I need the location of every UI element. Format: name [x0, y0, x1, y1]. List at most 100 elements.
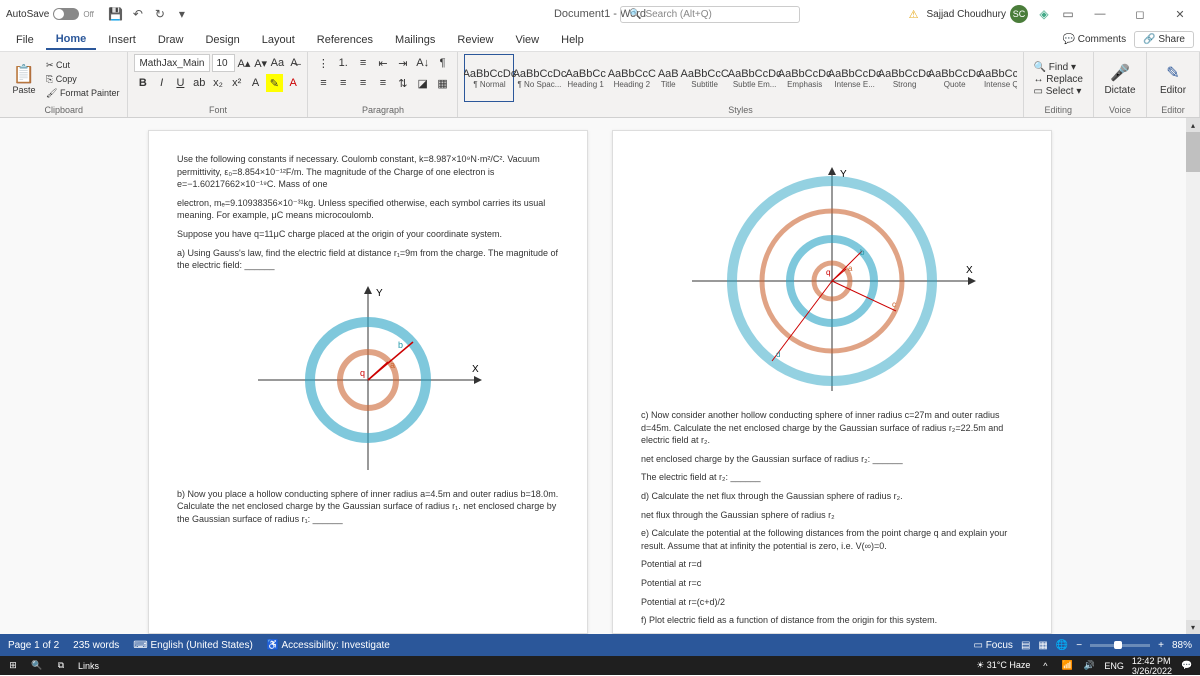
view-web-icon[interactable]: 🌐	[1056, 640, 1068, 651]
page-right[interactable]: Y X q a b c d c) Now consider another ho…	[612, 130, 1052, 634]
style-item[interactable]: AaBbCcCHeading 2	[607, 54, 657, 102]
style-item[interactable]: AaBbCcDcQuote	[930, 54, 980, 102]
superscript-button[interactable]: x²	[228, 74, 245, 92]
italic-button[interactable]: I	[153, 74, 170, 92]
wifi-icon[interactable]: 📶	[1060, 659, 1074, 673]
vertical-scrollbar[interactable]: ▴ ▾	[1186, 118, 1200, 634]
font-size-select[interactable]: 10	[212, 54, 235, 72]
style-item[interactable]: AaBbCcDcSubtle Em...	[730, 54, 780, 102]
zoom-out-icon[interactable]: −	[1076, 640, 1082, 651]
text-effects-icon[interactable]: A	[247, 74, 264, 92]
close-button[interactable]: ✕	[1164, 0, 1196, 28]
zoom-level[interactable]: 88%	[1172, 640, 1192, 651]
dictate-button[interactable]: 🎤 Dictate	[1100, 54, 1140, 104]
scroll-thumb[interactable]	[1186, 132, 1200, 172]
multilevel-icon[interactable]: ≡	[354, 54, 372, 72]
undo-icon[interactable]: ↶	[130, 6, 146, 22]
increase-indent-icon[interactable]: ⇥	[394, 54, 412, 72]
ribbon-display-icon[interactable]: ▭	[1060, 6, 1076, 22]
sort-icon[interactable]: A↓	[414, 54, 432, 72]
borders-icon[interactable]: ▦	[434, 74, 452, 92]
save-icon[interactable]: 💾	[108, 6, 124, 22]
task-view-icon[interactable]: ⧉	[54, 659, 68, 673]
page-left[interactable]: Use the following constants if necessary…	[148, 130, 588, 634]
share-button[interactable]: 🔗 Share	[1134, 31, 1194, 48]
clear-format-icon[interactable]: A̶	[287, 54, 302, 72]
autosave-toggle[interactable]: AutoSave Off	[0, 8, 100, 20]
view-print-icon[interactable]: ▦	[1038, 640, 1047, 651]
tab-help[interactable]: Help	[551, 31, 594, 49]
style-item[interactable]: AaBbCcCSubtitle	[680, 54, 730, 102]
minimize-button[interactable]: —	[1084, 0, 1116, 28]
page-indicator[interactable]: Page 1 of 2	[8, 640, 59, 651]
find-button[interactable]: 🔍 Find ▾	[1034, 62, 1083, 73]
style-item[interactable]: AaBbCcDc¶ Normal	[464, 54, 514, 102]
style-item[interactable]: AaBbCcDcStrong	[880, 54, 930, 102]
cut-button[interactable]: ✂ Cut	[44, 59, 121, 72]
bold-button[interactable]: B	[134, 74, 151, 92]
style-item[interactable]: AaBbCcDcIntense E...	[830, 54, 880, 102]
select-button[interactable]: ▭ Select ▾	[1034, 86, 1083, 97]
style-item[interactable]: AaBbCcDcEmphasis	[780, 54, 830, 102]
scroll-up-icon[interactable]: ▴	[1186, 118, 1200, 132]
style-item[interactable]: AaBTitle	[657, 54, 680, 102]
show-marks-icon[interactable]: ¶	[434, 54, 452, 72]
warning-icon[interactable]: ⚠	[909, 8, 919, 21]
chevron-up-icon[interactable]: ^	[1038, 659, 1052, 673]
search-icon[interactable]: 🔍	[30, 659, 44, 673]
styles-gallery[interactable]: AaBbCcDc¶ NormalAaBbCcDc¶ No Spac...AaBb…	[464, 54, 1016, 104]
search-box[interactable]: 🔍 Search (Alt+Q)	[620, 6, 800, 23]
underline-button[interactable]: U	[172, 74, 189, 92]
links-toolbar[interactable]: Links	[78, 661, 99, 671]
tab-view[interactable]: View	[505, 31, 549, 49]
format-painter-button[interactable]: 🖌 Format Painter	[44, 87, 121, 100]
tab-mailings[interactable]: Mailings	[385, 31, 445, 49]
start-icon[interactable]: ⊞	[6, 659, 20, 673]
tab-draw[interactable]: Draw	[148, 31, 194, 49]
zoom-slider[interactable]	[1090, 644, 1150, 647]
style-item[interactable]: AaBbCcHeading 1	[564, 54, 606, 102]
paste-button[interactable]: 📋 Paste	[6, 54, 42, 104]
copy-button[interactable]: ⎘ Copy	[44, 73, 121, 86]
font-name-select[interactable]: MathJax_Main	[134, 54, 209, 72]
ime-indicator[interactable]: ENG	[1104, 661, 1124, 671]
word-count[interactable]: 235 words	[73, 640, 119, 651]
editor-button[interactable]: ✎ Editor	[1153, 54, 1193, 104]
language-indicator[interactable]: ⌨ English (United States)	[133, 640, 253, 651]
comments-button[interactable]: 💬 Comments	[1062, 34, 1126, 45]
align-left-icon[interactable]: ≡	[314, 74, 332, 92]
weather-widget[interactable]: ☀ 31°C Haze	[976, 660, 1030, 671]
style-item[interactable]: AaBbCcDc¶ No Spac...	[514, 54, 564, 102]
tab-file[interactable]: File	[6, 31, 44, 49]
tab-home[interactable]: Home	[46, 30, 97, 50]
replace-button[interactable]: ↔ Replace	[1034, 74, 1083, 85]
decrease-indent-icon[interactable]: ⇤	[374, 54, 392, 72]
bullets-icon[interactable]: ⋮	[314, 54, 332, 72]
tab-review[interactable]: Review	[447, 31, 503, 49]
volume-icon[interactable]: 🔊	[1082, 659, 1096, 673]
clock[interactable]: 12:42 PM3/26/2022	[1132, 656, 1172, 676]
tab-layout[interactable]: Layout	[252, 31, 305, 49]
change-case-icon[interactable]: Aa	[270, 54, 285, 72]
line-spacing-icon[interactable]: ⇅	[394, 74, 412, 92]
redo-icon[interactable]: ↻	[152, 6, 168, 22]
shading-icon[interactable]: ◪	[414, 74, 432, 92]
align-right-icon[interactable]: ≡	[354, 74, 372, 92]
subscript-button[interactable]: x₂	[210, 74, 227, 92]
document-area[interactable]: Use the following constants if necessary…	[0, 118, 1200, 634]
numbering-icon[interactable]: 1.	[334, 54, 352, 72]
style-item[interactable]: AaBbCcDcIntense Q...	[980, 54, 1017, 102]
zoom-in-icon[interactable]: +	[1158, 640, 1164, 651]
coming-soon-icon[interactable]: ◈	[1036, 6, 1052, 22]
tab-design[interactable]: Design	[195, 31, 249, 49]
customize-icon[interactable]: ▾	[174, 6, 190, 22]
highlight-icon[interactable]: ✎	[266, 74, 283, 92]
strike-button[interactable]: ab	[191, 74, 208, 92]
tab-references[interactable]: References	[307, 31, 383, 49]
grow-font-icon[interactable]: A▴	[237, 54, 252, 72]
tab-insert[interactable]: Insert	[98, 31, 146, 49]
justify-icon[interactable]: ≡	[374, 74, 392, 92]
user-account[interactable]: Sajjad Choudhury SC	[927, 5, 1029, 23]
shrink-font-icon[interactable]: A▾	[253, 54, 268, 72]
scroll-down-icon[interactable]: ▾	[1186, 620, 1200, 634]
